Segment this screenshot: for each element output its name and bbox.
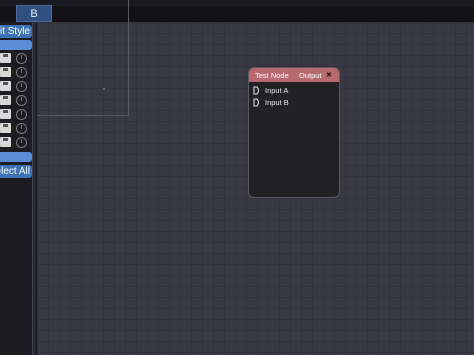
- save-icon[interactable]: [0, 123, 11, 133]
- save-icon[interactable]: [0, 109, 11, 119]
- node-header[interactable]: Test Node Output ✖: [249, 68, 339, 82]
- node-title: Test Node: [255, 71, 289, 80]
- graph-node[interactable]: Test Node Output ✖ Input A Input B: [248, 67, 340, 198]
- clock-icon[interactable]: [16, 122, 27, 134]
- clock-icon[interactable]: [16, 80, 27, 92]
- save-icon[interactable]: [0, 137, 11, 147]
- node-output-port-label[interactable]: Output: [299, 71, 322, 80]
- input-port-label: Input B: [265, 97, 289, 107]
- clock-icon[interactable]: [16, 136, 27, 148]
- clock-icon[interactable]: [16, 66, 27, 78]
- input-port-row[interactable]: Input A: [253, 84, 288, 96]
- save-icon[interactable]: [0, 81, 11, 91]
- clock-icon[interactable]: [16, 94, 27, 106]
- sidebar-panel: Edit Style Select All: [0, 22, 32, 355]
- save-icon[interactable]: [0, 95, 11, 105]
- input-port-icon[interactable]: [253, 98, 261, 107]
- sidebar-row: [0, 108, 32, 120]
- sidebar-row: [0, 66, 32, 78]
- sidebar-blank-bar-bottom[interactable]: [0, 152, 32, 162]
- select-all-button[interactable]: Select All: [0, 165, 32, 178]
- input-port-icon[interactable]: [253, 86, 261, 95]
- clock-icon[interactable]: [16, 108, 27, 120]
- clock-icon[interactable]: [16, 52, 27, 64]
- panel-splitter[interactable]: [32, 22, 37, 355]
- close-icon[interactable]: ✖: [326, 71, 332, 79]
- sidebar-blank-bar-top[interactable]: [0, 40, 32, 50]
- sidebar-row: [0, 80, 32, 92]
- sidebar-row: [0, 136, 32, 148]
- save-icon[interactable]: [0, 53, 11, 63]
- input-port-label: Input A: [265, 85, 289, 95]
- save-icon[interactable]: [0, 67, 11, 77]
- sidebar-row: [0, 94, 32, 106]
- sidebar-row: [0, 52, 32, 64]
- edit-style-button[interactable]: Edit Style: [0, 25, 32, 38]
- input-port-row[interactable]: Input B: [253, 96, 289, 108]
- sidebar-row: [0, 122, 32, 134]
